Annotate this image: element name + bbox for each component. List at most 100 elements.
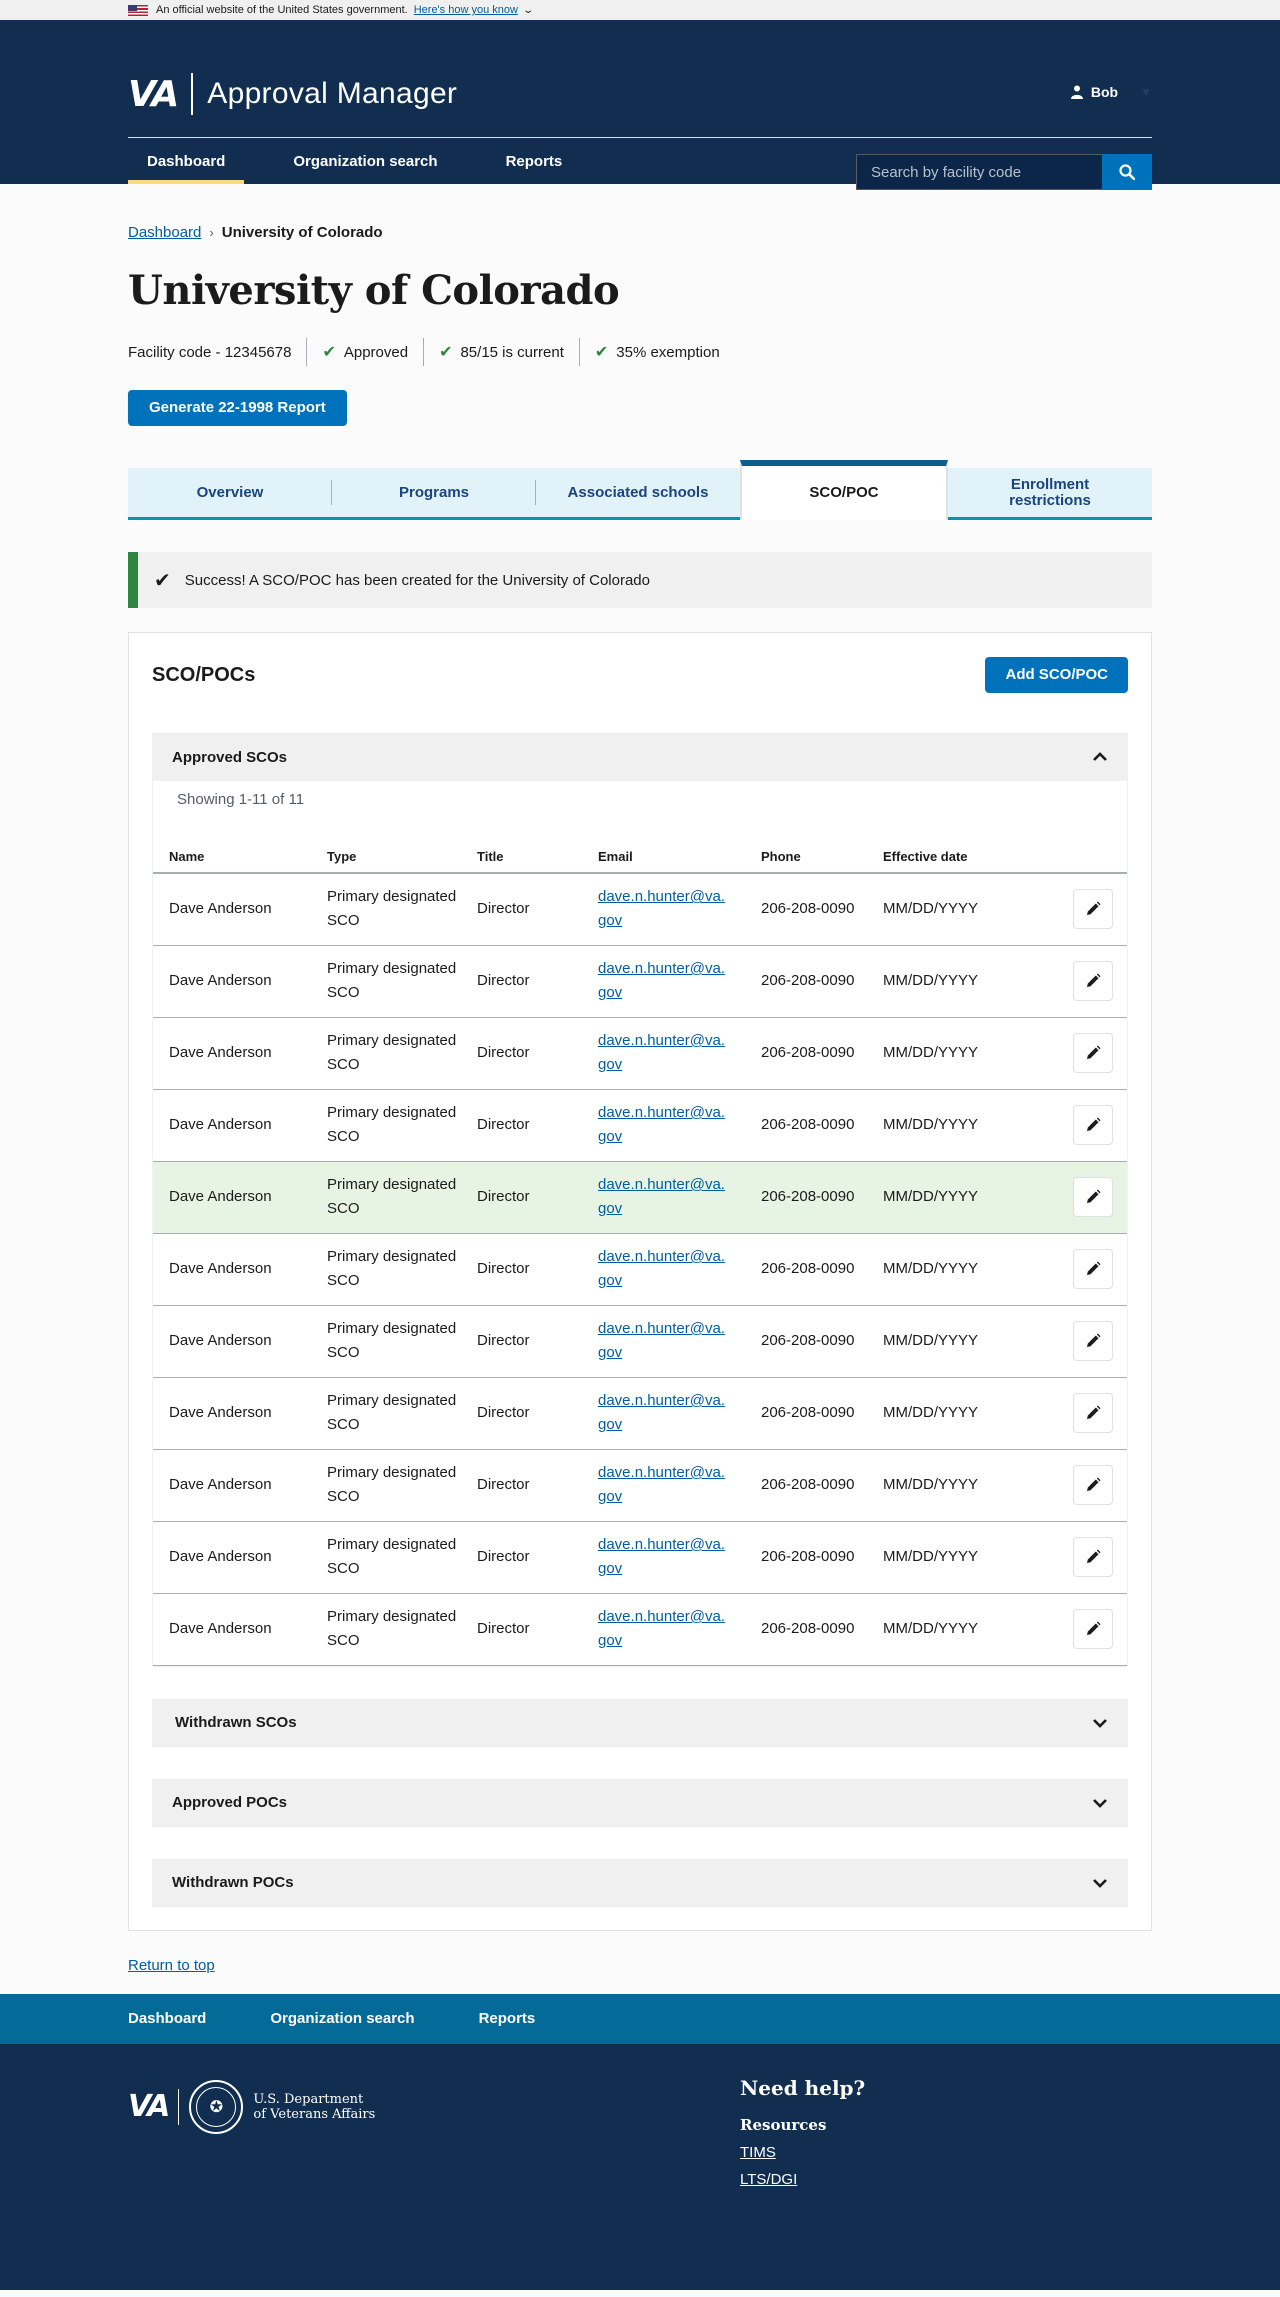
- nav-reports[interactable]: Reports: [487, 138, 582, 184]
- cell-effective-date: MM/DD/YYYY: [867, 1521, 1057, 1594]
- check-icon: ✔: [322, 344, 336, 361]
- tab-label: Enrollment restrictions: [1009, 475, 1091, 509]
- edit-button[interactable]: [1073, 1177, 1113, 1217]
- cell-effective-date: MM/DD/YYYY: [867, 1161, 1057, 1234]
- add-sco-poc-button[interactable]: Add SCO/POC: [985, 657, 1128, 693]
- footer-nav-reports[interactable]: Reports: [479, 2010, 536, 2027]
- tab-sco-poc[interactable]: SCO/POC: [740, 460, 948, 520]
- accordion-withdrawn-pocs[interactable]: Withdrawn POCs: [152, 1858, 1128, 1907]
- accordion-title: Approved SCOs: [172, 748, 288, 766]
- cell-type: Primary designated SCO: [311, 1089, 461, 1162]
- edit-button[interactable]: [1073, 889, 1113, 930]
- breadcrumb: Dashboard › University of Colorado: [128, 184, 1152, 241]
- col-effective-date: Effective date: [867, 841, 1057, 874]
- table-row: Dave Anderson Primary designated SCO Direc…: [153, 1521, 1127, 1594]
- cell-email: dave.n.hunter@va.gov: [582, 873, 745, 946]
- cell-name: Dave Anderson: [153, 1521, 311, 1594]
- link-tims[interactable]: TIMS: [740, 2144, 865, 2161]
- col-type: Type: [311, 841, 461, 874]
- cell-type: Primary designated SCO: [311, 1017, 461, 1090]
- cell-name: Dave Anderson: [153, 1449, 311, 1522]
- email-link[interactable]: dave.n.hunter@va.gov: [598, 1245, 728, 1293]
- department-name: U.S. Department of Veterans Affairs: [253, 2092, 375, 2122]
- cell-email: dave.n.hunter@va.gov: [582, 1593, 745, 1666]
- email-link[interactable]: dave.n.hunter@va.gov: [598, 1173, 728, 1221]
- accordion-approved-pocs[interactable]: Approved POCs: [152, 1778, 1128, 1827]
- link-lts-dgi[interactable]: LTS/DGI: [740, 2171, 865, 2188]
- edit-button[interactable]: [1073, 1537, 1113, 1577]
- user-menu[interactable]: Bob ▼: [1070, 84, 1152, 100]
- cell-title: Director: [461, 1017, 582, 1090]
- cell-phone: 206-208-0090: [745, 1377, 867, 1450]
- edit-button[interactable]: [1073, 1393, 1113, 1433]
- accordion-withdrawn-scos[interactable]: Withdrawn SCOs: [152, 1698, 1128, 1747]
- cell-title: Director: [461, 1449, 582, 1522]
- email-link[interactable]: dave.n.hunter@va.gov: [598, 1605, 728, 1653]
- edit-button[interactable]: [1073, 1033, 1113, 1073]
- email-link[interactable]: dave.n.hunter@va.gov: [598, 1317, 728, 1365]
- footer-nav-organization-search[interactable]: Organization search: [270, 2010, 414, 2027]
- cell-effective-date: MM/DD/YYYY: [867, 945, 1057, 1018]
- tab-associated-schools[interactable]: Associated schools: [536, 468, 740, 520]
- edit-button[interactable]: [1073, 961, 1113, 1001]
- email-link[interactable]: dave.n.hunter@va.gov: [598, 1533, 728, 1581]
- cell-email: dave.n.hunter@va.gov: [582, 1161, 745, 1234]
- footer-logo: VA ✪ U.S. Department of Veterans Affairs: [128, 2079, 375, 2134]
- cell-type: Primary designated SCO: [311, 1305, 461, 1378]
- cell-title: Director: [461, 1233, 582, 1306]
- nav-dashboard[interactable]: Dashboard: [128, 138, 245, 184]
- va-logo: VA: [128, 2089, 170, 2124]
- edit-button[interactable]: [1073, 1321, 1113, 1361]
- pencil-icon: [1087, 901, 1101, 916]
- pencil-icon: [1087, 1117, 1101, 1131]
- footer-nav-dashboard[interactable]: Dashboard: [128, 2010, 206, 2027]
- table-header-row: Name Type Title Email Phone Effective da…: [153, 841, 1127, 874]
- cell-name: Dave Anderson: [153, 1161, 311, 1234]
- accordion-approved-scos[interactable]: Approved SCOs: [152, 733, 1128, 781]
- edit-button[interactable]: [1073, 1249, 1113, 1289]
- sco-table: Name Type Title Email Phone Effective da…: [153, 841, 1127, 1666]
- status-exemption: ✔ 35% exemption: [578, 338, 735, 366]
- status-label: 85/15 is current: [460, 343, 564, 361]
- pencil-icon: [1087, 1045, 1101, 1059]
- cell-phone: 206-208-0090: [745, 1449, 867, 1522]
- cell-type: Primary designated SCO: [311, 1161, 461, 1234]
- check-icon: ✔: [594, 344, 609, 361]
- main-nav: Dashboard Organization search Reports: [128, 138, 611, 184]
- tab-enrollment-restrictions[interactable]: Enrollment restrictions: [948, 468, 1152, 520]
- email-link[interactable]: dave.n.hunter@va.gov: [598, 957, 728, 1005]
- status-label: Approved: [343, 343, 409, 361]
- email-link[interactable]: dave.n.hunter@va.gov: [598, 1461, 728, 1509]
- col-actions: [1057, 841, 1127, 874]
- cell-effective-date: MM/DD/YYYY: [867, 1593, 1057, 1666]
- return-to-top-link[interactable]: Return to top: [128, 1957, 215, 1974]
- cell-title: Director: [461, 1377, 582, 1450]
- site-header: VA Approval Manager Bob ▼ Dashboard Orga…: [0, 20, 1280, 190]
- breadcrumb-separator-icon: ›: [209, 225, 214, 240]
- edit-button[interactable]: [1073, 1465, 1113, 1505]
- tab-overview[interactable]: Overview: [128, 468, 332, 520]
- cell-actions: [1057, 1593, 1127, 1666]
- email-link[interactable]: dave.n.hunter@va.gov: [598, 1101, 728, 1149]
- site-footer: VA ✪ U.S. Department of Veterans Affairs…: [0, 2043, 1280, 2290]
- gov-banner-link[interactable]: Here's how you know: [414, 4, 518, 16]
- generate-report-button[interactable]: Generate 22-1998 Report: [128, 390, 347, 426]
- app-logo[interactable]: VA Approval Manager: [128, 73, 457, 115]
- email-link[interactable]: dave.n.hunter@va.gov: [598, 1029, 728, 1077]
- tab-programs[interactable]: Programs: [332, 468, 536, 520]
- pencil-icon: [1087, 1189, 1101, 1203]
- cell-phone: 206-208-0090: [745, 1161, 867, 1234]
- chevron-down-icon[interactable]: ⌄: [522, 5, 534, 16]
- user-name: Bob: [1090, 84, 1119, 100]
- edit-button[interactable]: [1073, 1105, 1113, 1145]
- breadcrumb-dashboard[interactable]: Dashboard: [128, 224, 201, 241]
- chevron-down-icon: [1093, 1798, 1107, 1808]
- chevron-down-icon: ▼: [1140, 85, 1152, 99]
- email-link[interactable]: dave.n.hunter@va.gov: [598, 885, 728, 933]
- gov-banner-text: An official website of the United States…: [156, 4, 408, 16]
- nav-organization-search[interactable]: Organization search: [274, 138, 456, 184]
- email-link[interactable]: dave.n.hunter@va.gov: [598, 1389, 728, 1437]
- table-row: Dave Anderson Primary designated SCO Direc…: [153, 1377, 1127, 1450]
- edit-button[interactable]: [1073, 1609, 1113, 1649]
- cell-type: Primary designated SCO: [311, 945, 461, 1018]
